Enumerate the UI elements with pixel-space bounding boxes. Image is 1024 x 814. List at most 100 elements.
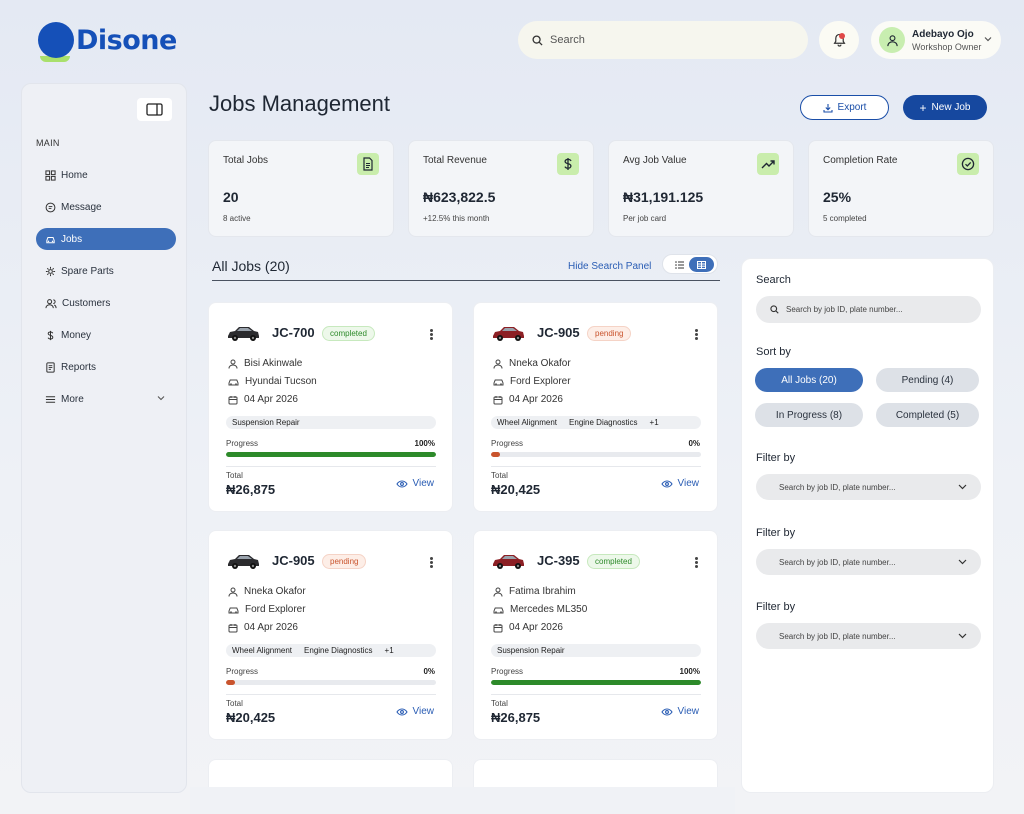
sidebar-item-reports[interactable]: Reports <box>36 356 176 378</box>
user-menu[interactable]: Adebayo Ojo Workshop Owner <box>871 21 1001 59</box>
new-job-button[interactable]: + New Job <box>903 95 987 120</box>
car-icon <box>493 379 504 386</box>
total-label: Total <box>226 699 243 708</box>
job-id: JC-395 <box>537 553 580 568</box>
progress-bar <box>226 452 436 457</box>
sidebar-item-home[interactable]: Home <box>36 164 176 186</box>
sidebar-item-more[interactable]: More <box>36 388 176 410</box>
divider <box>491 466 701 467</box>
brand-logo[interactable]: Disone <box>38 22 177 62</box>
user-role: Workshop Owner <box>912 41 982 52</box>
sort-chip-completed[interactable]: Completed (5) <box>876 403 979 427</box>
job-card[interactable]: JC-905 pending Nneka Okafor Ford Explorer 04… <box>473 302 718 512</box>
car-icon <box>46 236 55 243</box>
stat-card-total-jobs: Total Jobs 20 8 active <box>208 140 394 237</box>
customer-row: Nneka Okafor <box>228 586 306 597</box>
sort-chip-all-jobs[interactable]: All Jobs (20) <box>755 368 863 392</box>
progress-bar <box>491 680 701 685</box>
stats-row: Total Jobs 20 8 active Total Revenue ₦62… <box>208 140 994 237</box>
sidebar-item-label: Money <box>61 329 92 341</box>
users-icon <box>45 298 57 308</box>
progress-label: Progress <box>491 667 524 676</box>
export-button[interactable]: Export <box>800 95 889 120</box>
status-badge: completed <box>322 326 375 341</box>
car-thumbnail-icon <box>493 327 524 341</box>
vehicle-row: Ford Explorer <box>493 376 571 387</box>
stat-sub: Per job card <box>623 214 667 223</box>
car-thumbnail-icon <box>228 327 259 341</box>
status-badge: pending <box>322 554 367 569</box>
sidebar-item-money[interactable]: Money <box>36 324 176 346</box>
panel-search-input[interactable]: Search by job ID, plate number... <box>756 296 981 323</box>
sidebar-item-spare-parts[interactable]: Spare Parts <box>36 260 176 282</box>
chevron-down-icon <box>958 633 967 639</box>
document-icon <box>357 153 379 175</box>
search-icon <box>532 34 543 46</box>
sort-label: Sort by <box>756 346 791 358</box>
job-date: 04 Apr 2026 <box>509 394 563 405</box>
job-card[interactable]: JC-395 completed Fatima Ibrahim Mercedes ML… <box>473 530 718 740</box>
vehicle-row: Ford Explorer <box>228 604 306 615</box>
total-amount: ₦26,875 <box>226 482 276 497</box>
search-icon <box>770 305 779 314</box>
filter-select[interactable]: Search by job ID, plate number... <box>756 549 981 575</box>
more-options-icon[interactable] <box>430 329 433 340</box>
sort-chip-pending[interactable]: Pending (4) <box>876 368 979 392</box>
page-bottom-fade <box>190 787 735 814</box>
job-id: JC-700 <box>272 325 315 340</box>
grid-view-button[interactable] <box>689 257 714 272</box>
progress-fill <box>491 680 701 685</box>
sidebar-section-label: MAIN <box>36 138 60 148</box>
notification-dot <box>839 33 845 39</box>
stat-card-total-revenue: Total Revenue ₦623,822.5 +12.5% this mon… <box>408 140 594 237</box>
view-job-button[interactable]: View <box>395 706 434 717</box>
view-job-button[interactable]: View <box>395 478 434 489</box>
progress-fill <box>226 452 436 457</box>
more-options-icon[interactable] <box>695 329 698 340</box>
car-thumbnail-icon <box>228 555 259 569</box>
filter-select[interactable]: Search by job ID, plate number... <box>756 623 981 649</box>
notifications-button[interactable] <box>819 21 859 59</box>
service-tag: Engine Diagnostics <box>569 418 638 427</box>
sidebar-item-message[interactable]: Message <box>36 196 176 218</box>
sidebar-item-customers[interactable]: Customers <box>36 292 176 314</box>
panel-search-placeholder: Search by job ID, plate number... <box>786 305 903 314</box>
more-options-icon[interactable] <box>430 557 433 568</box>
total-amount: ₦20,425 <box>226 710 276 725</box>
sidebar-item-jobs[interactable]: Jobs <box>36 228 176 250</box>
progress-bar <box>491 452 701 457</box>
stat-card-avg-job-value: Avg Job Value ₦31,191.125 Per job card <box>608 140 794 237</box>
more-options-icon[interactable] <box>695 557 698 568</box>
hide-search-panel-link[interactable]: Hide Search Panel <box>568 261 651 272</box>
global-search-input[interactable]: Search <box>518 21 808 59</box>
calendar-icon <box>493 395 503 404</box>
check-circle-icon <box>957 153 979 175</box>
sort-chip-in-progress[interactable]: In Progress (8) <box>755 403 863 427</box>
grid-icon <box>697 260 706 269</box>
avatar <box>879 27 905 53</box>
job-card[interactable]: JC-700 completed Bisi Akinwale Hyundai Tucs… <box>208 302 453 512</box>
customer-name: Fatima Ibrahim <box>509 586 576 597</box>
filter-select[interactable]: Search by job ID, plate number... <box>756 474 981 500</box>
service-tags: Suspension Repair <box>226 416 436 429</box>
job-date: 04 Apr 2026 <box>509 622 563 633</box>
sidebar-collapse-button[interactable] <box>137 98 172 121</box>
customer-name: Bisi Akinwale <box>244 358 303 369</box>
vehicle-name: Ford Explorer <box>510 376 571 387</box>
dashboard-icon <box>45 169 56 181</box>
job-card[interactable]: JC-905 pending Nneka Okafor Ford Explorer 04… <box>208 530 453 740</box>
customer-row: Nneka Okafor <box>493 358 571 369</box>
view-job-button[interactable]: View <box>660 706 699 717</box>
view-job-button[interactable]: View <box>660 478 699 489</box>
filter-placeholder: Search by job ID, plate number... <box>779 557 896 567</box>
progress-percent: 100% <box>679 667 700 676</box>
service-tag: +1 <box>384 646 394 655</box>
total-label: Total <box>491 471 508 480</box>
vehicle-name: Ford Explorer <box>245 604 306 615</box>
eye-icon <box>660 479 673 488</box>
service-tag: Wheel Alignment <box>497 418 558 427</box>
divider <box>212 280 720 281</box>
user-name: Adebayo Ojo <box>912 28 974 40</box>
list-view-button[interactable] <box>669 259 689 270</box>
service-tag: Suspension Repair <box>497 646 565 655</box>
